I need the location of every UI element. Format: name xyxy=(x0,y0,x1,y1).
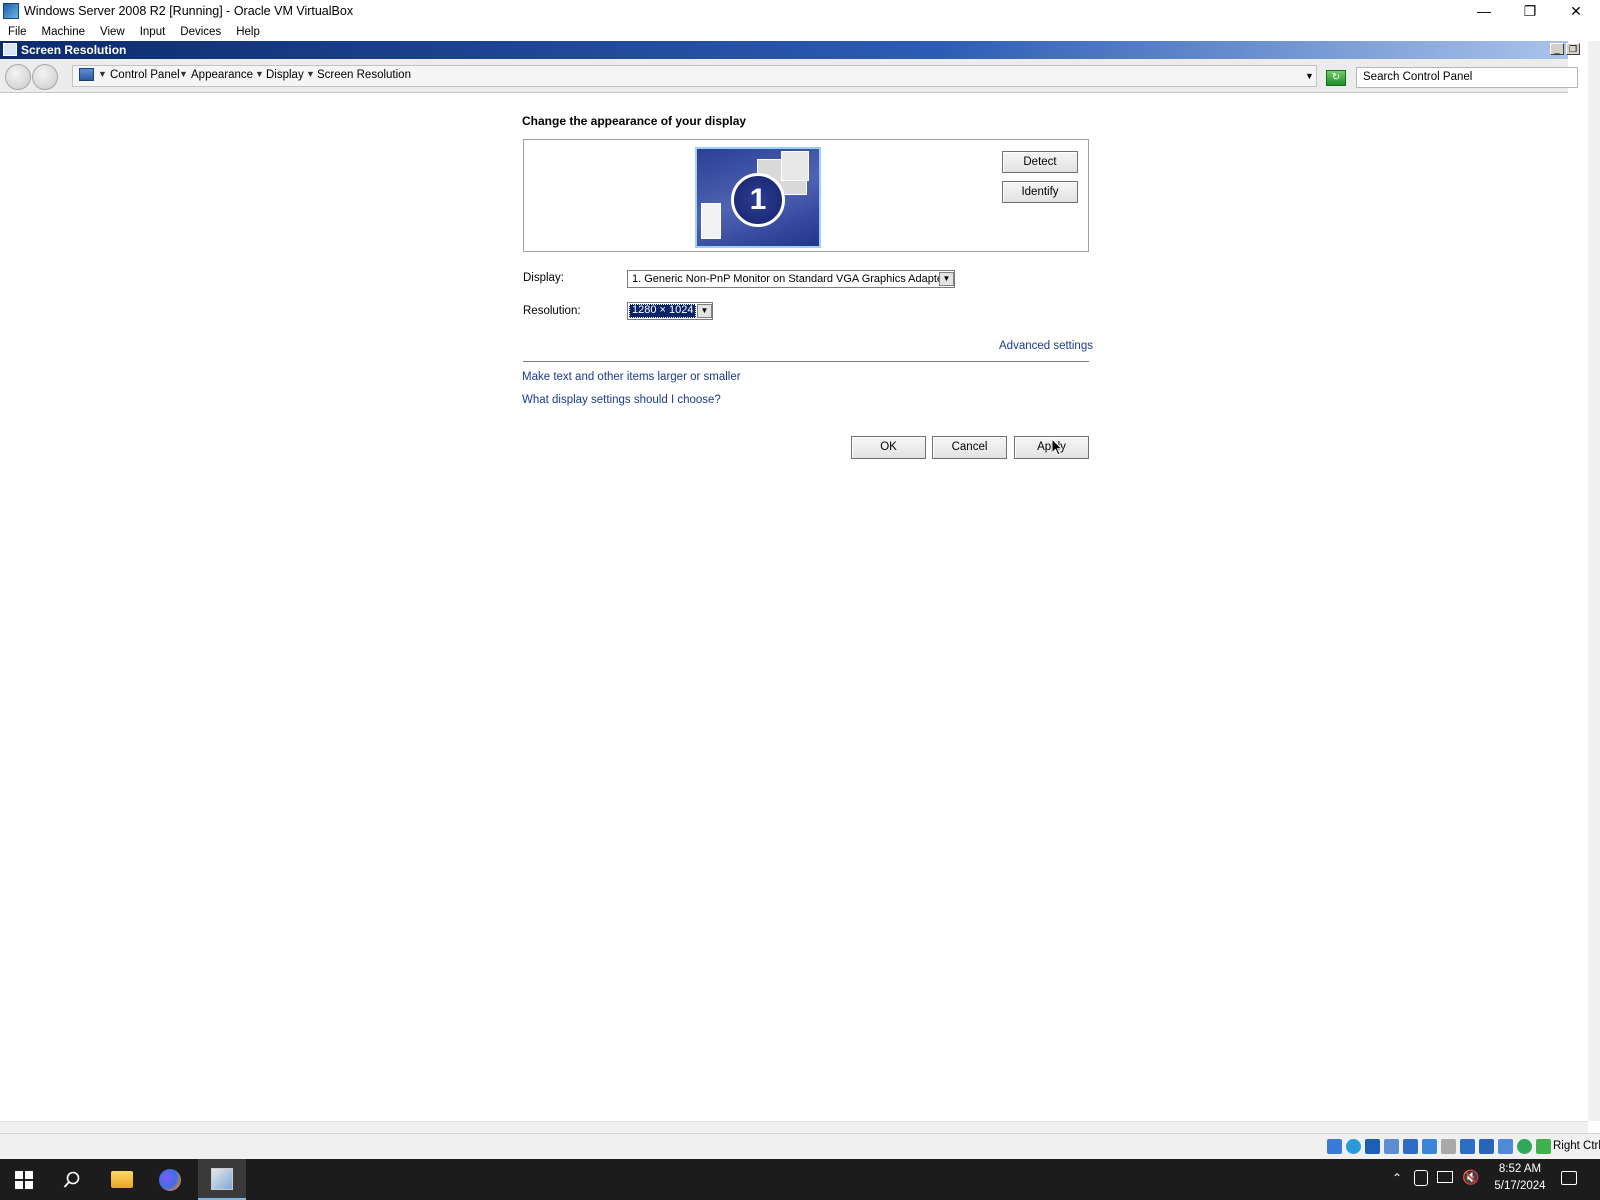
close-button[interactable]: ✕ xyxy=(1553,0,1599,22)
chevron-down-icon[interactable]: ▼ xyxy=(255,69,264,79)
resolution-dropdown-value: 1280 × 1024 xyxy=(629,304,697,318)
clock-time[interactable]: 8:52 AM xyxy=(1480,1163,1560,1175)
breadcrumb-screen-resolution[interactable]: Screen Resolution xyxy=(317,69,411,81)
host-key-label: Right Ctrl xyxy=(1553,1140,1600,1152)
guest-window-title-bar: Screen Resolution _ ❐ xyxy=(0,41,1580,59)
horizontal-scrollbar[interactable] xyxy=(0,1121,1588,1133)
virtualbox-icon xyxy=(211,1167,233,1190)
floppy-icon[interactable] xyxy=(1365,1139,1380,1154)
recording-icon[interactable] xyxy=(1479,1139,1494,1154)
chevron-down-icon[interactable]: ▼ xyxy=(179,69,188,79)
screen-resolution-icon xyxy=(3,43,17,56)
guest-minimize-button[interactable]: _ xyxy=(1550,43,1564,55)
page-title: Change the appearance of your display xyxy=(522,114,747,128)
guest-restore-button[interactable]: ❐ xyxy=(1566,43,1580,55)
virtualization-icon[interactable] xyxy=(1498,1139,1513,1154)
monitor-preview-panel: 1 Detect Identify xyxy=(523,139,1089,252)
meet-now-icon[interactable] xyxy=(1414,1170,1428,1186)
advanced-settings-link[interactable]: Advanced settings xyxy=(999,340,1093,352)
divider xyxy=(523,361,1089,362)
menu-help[interactable]: Help xyxy=(228,26,267,38)
refresh-icon[interactable]: ↻ xyxy=(1326,70,1346,86)
menu-file[interactable]: File xyxy=(0,26,34,38)
menu-input[interactable]: Input xyxy=(132,26,173,38)
firefox-button[interactable] xyxy=(146,1159,194,1200)
breadcrumb-control-panel[interactable]: Control Panel xyxy=(110,69,180,81)
keyboard-icon[interactable] xyxy=(1536,1139,1551,1154)
virtualbox-app-icon xyxy=(3,3,19,19)
guest-window-title: Screen Resolution xyxy=(21,43,127,57)
chevron-down-icon[interactable]: ▼ xyxy=(697,304,712,318)
resolution-dropdown[interactable]: 1280 × 1024 ▼ xyxy=(627,302,713,320)
chevron-down-icon[interactable]: ▼ xyxy=(939,272,954,286)
minimize-button[interactable]: — xyxy=(1461,0,1507,22)
windows-logo-icon xyxy=(15,1170,33,1189)
mouse-pointer-icon xyxy=(1052,439,1064,456)
window-graphic-icon xyxy=(781,151,809,181)
menu-view[interactable]: View xyxy=(92,26,132,38)
host-window-title: Windows Server 2008 R2 [Running] - Oracl… xyxy=(24,4,354,18)
breadcrumb-display[interactable]: Display xyxy=(266,69,304,81)
virtualbox-status-bar: Right Ctrl xyxy=(0,1133,1600,1159)
address-bar: ▼ Control Panel ▼ Appearance ▼ Display ▼… xyxy=(0,59,1578,93)
usb-icon[interactable] xyxy=(1422,1139,1437,1154)
text-size-link[interactable]: Make text and other items larger or smal… xyxy=(522,371,741,383)
document-graphic-icon xyxy=(701,203,721,239)
vertical-scrollbar[interactable] xyxy=(1588,41,1600,1121)
folder-icon xyxy=(111,1171,133,1188)
display-dropdown[interactable]: 1. Generic Non-PnP Monitor on Standard V… xyxy=(627,270,955,288)
cancel-button[interactable]: Cancel xyxy=(932,436,1007,459)
breadcrumb[interactable]: ▼ Control Panel ▼ Appearance ▼ Display ▼… xyxy=(72,65,1317,87)
search-button[interactable] xyxy=(48,1159,96,1200)
search-icon xyxy=(63,1171,80,1188)
file-explorer-button[interactable] xyxy=(98,1159,146,1200)
notifications-icon[interactable] xyxy=(1561,1171,1577,1185)
network-icon[interactable] xyxy=(1403,1139,1418,1154)
forward-button[interactable] xyxy=(32,64,58,90)
optical-drive-icon[interactable] xyxy=(1346,1139,1361,1154)
monitor-number-badge: 1 xyxy=(731,173,785,227)
start-button[interactable] xyxy=(0,1159,48,1200)
ok-button[interactable]: OK xyxy=(851,436,926,459)
menu-devices[interactable]: Devices xyxy=(172,26,228,38)
taskbar: ⌃ 🔇 8:52 AM 5/17/2024 xyxy=(0,1159,1600,1200)
restore-button[interactable]: ❐ xyxy=(1507,0,1553,22)
display-help-link[interactable]: What display settings should I choose? xyxy=(522,394,721,406)
back-button[interactable] xyxy=(5,64,31,90)
detect-button[interactable]: Detect xyxy=(1002,151,1078,173)
chevron-down-icon[interactable]: ▼ xyxy=(98,69,107,79)
breadcrumb-appearance[interactable]: Appearance xyxy=(191,69,253,81)
monitor-1-thumbnail[interactable]: 1 xyxy=(695,147,821,248)
host-title-bar: Windows Server 2008 R2 [Running] - Oracl… xyxy=(0,0,1600,22)
clock-date[interactable]: 5/17/2024 xyxy=(1480,1180,1560,1192)
address-dropdown-icon[interactable]: ▼ xyxy=(1305,71,1314,81)
shared-folders-icon[interactable] xyxy=(1441,1139,1456,1154)
audio-icon[interactable] xyxy=(1384,1139,1399,1154)
display-icon[interactable] xyxy=(1460,1139,1475,1154)
display-label: Display: xyxy=(523,272,564,284)
network-status-icon[interactable] xyxy=(1437,1171,1453,1183)
firefox-icon xyxy=(159,1168,181,1191)
chevron-up-icon[interactable]: ⌃ xyxy=(1392,1171,1402,1185)
hard-disk-icon[interactable] xyxy=(1327,1139,1342,1154)
resolution-label: Resolution: xyxy=(523,305,581,317)
speaker-muted-icon[interactable]: 🔇 xyxy=(1462,1169,1479,1186)
display-dropdown-value: 1. Generic Non-PnP Monitor on Standard V… xyxy=(632,273,947,285)
host-menu-bar: File Machine View Input Devices Help xyxy=(0,22,1600,41)
menu-machine[interactable]: Machine xyxy=(34,26,92,38)
chevron-down-icon[interactable]: ▼ xyxy=(306,69,315,79)
control-panel-icon xyxy=(79,68,94,81)
mouse-integration-icon[interactable] xyxy=(1517,1139,1532,1154)
virtualbox-taskbar-button[interactable] xyxy=(198,1159,246,1200)
identify-button[interactable]: Identify xyxy=(1002,181,1078,203)
search-input[interactable]: Search Control Panel xyxy=(1356,67,1578,88)
